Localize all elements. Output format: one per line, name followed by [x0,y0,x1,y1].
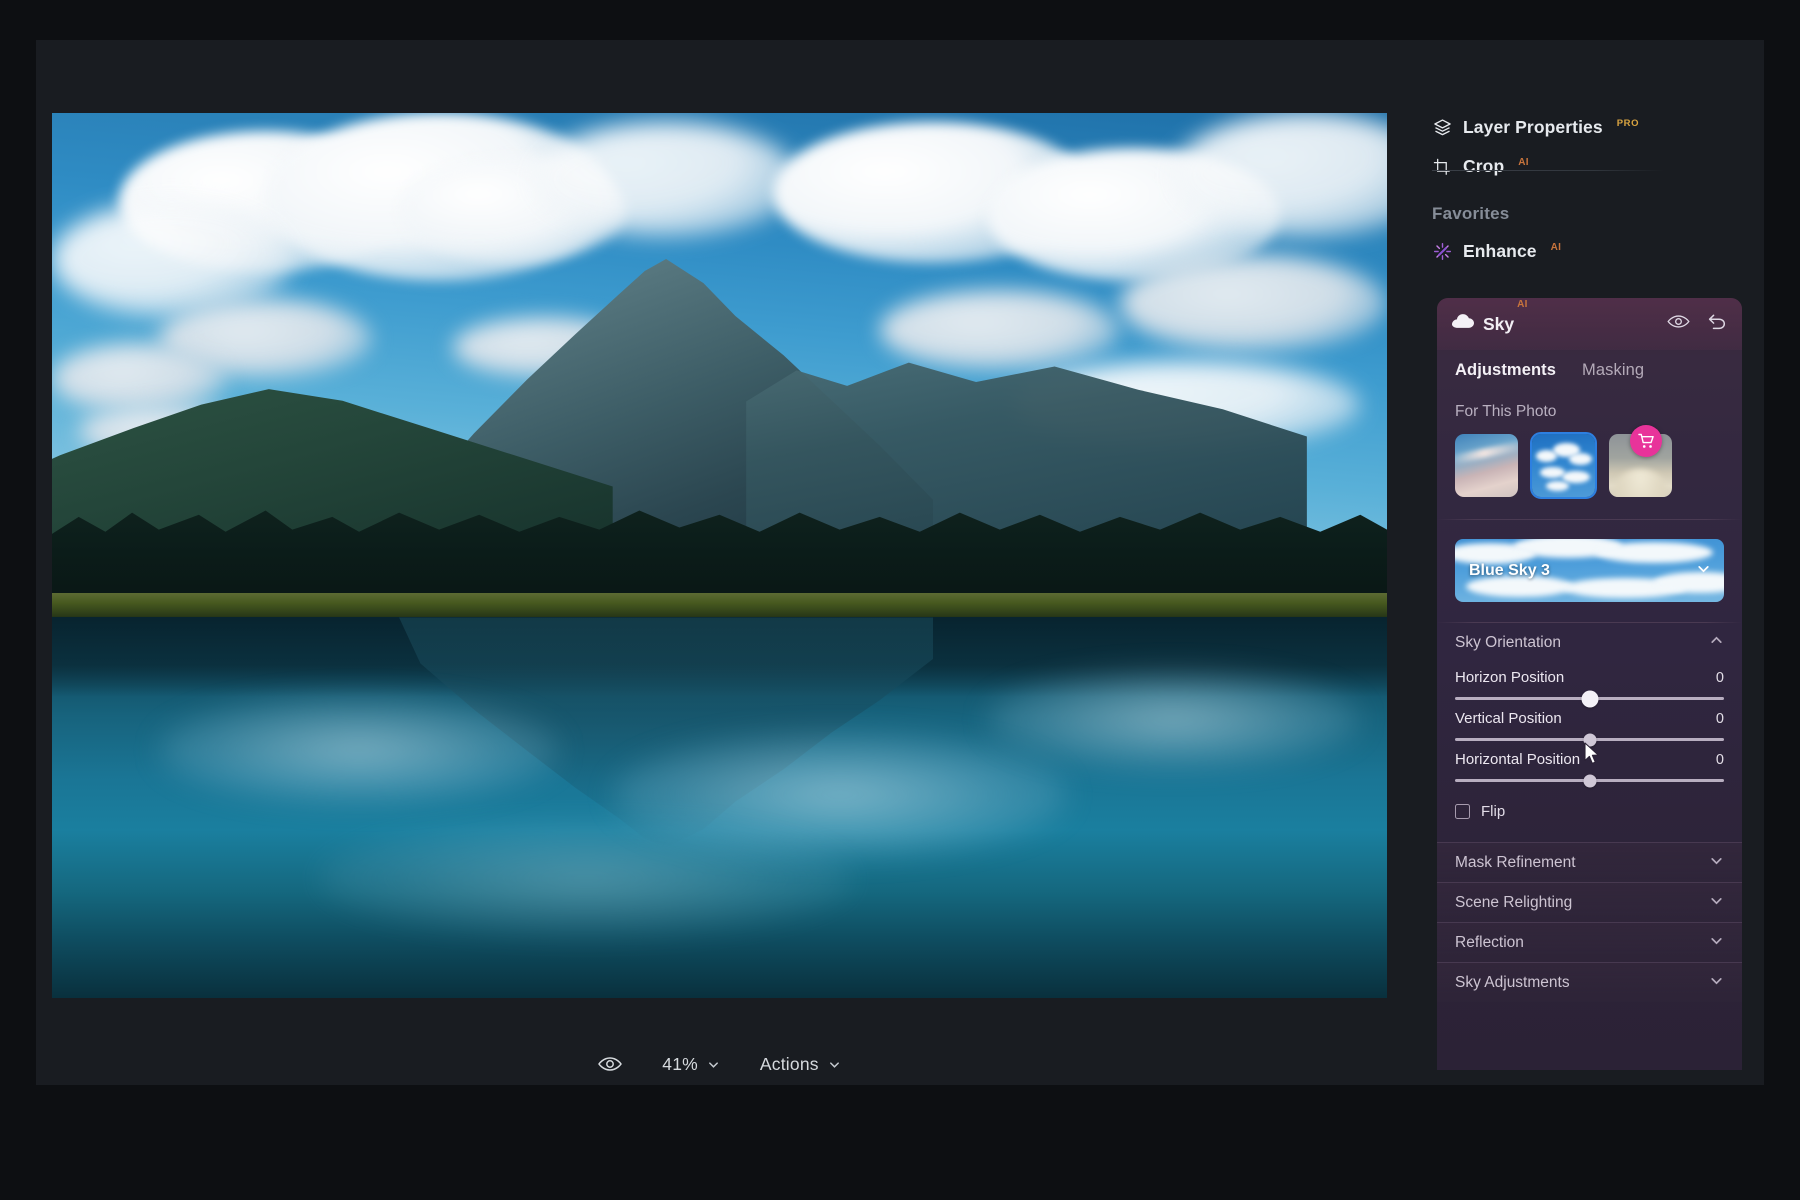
preview-toggle-button[interactable] [598,1056,623,1072]
flip-checkbox-row[interactable]: Flip [1437,782,1742,820]
window-frame-top [0,0,1800,40]
section-reflection[interactable]: Reflection [1437,922,1742,962]
app-window: 41% Actions Layer Properties PRO Crop AI… [0,0,1800,1200]
sky-visibility-toggle[interactable] [1667,314,1690,334]
window-frame-left [0,0,36,1200]
chevron-down-icon [1709,973,1724,993]
sky-thumbnail-row [1437,421,1742,499]
slider-track[interactable] [1455,690,1724,707]
favorites-section-label: Favorites [1432,204,1510,223]
cloud-icon [1452,314,1474,334]
sky-panel-header: Sky AI [1437,298,1742,350]
sidebar-divider [1432,170,1664,171]
slider-track[interactable] [1455,733,1724,746]
slider-handle[interactable] [1581,690,1598,707]
sky-panel-tabs: Adjustments Masking [1437,350,1742,380]
sky-tool-panel: Sky AI Adjustments Masking For This Phot… [1437,298,1742,1070]
slider-label: Horizon Position [1455,669,1565,686]
chevron-down-icon [707,1058,720,1071]
section-title: Mask Refinement [1455,853,1576,871]
slider-handle[interactable] [1583,733,1596,746]
eye-icon [598,1056,623,1072]
tab-adjustments[interactable]: Adjustments [1455,361,1556,380]
panel-separator [1437,519,1742,520]
ai-badge: AI [1518,157,1529,168]
slider-horizontal-position[interactable]: Horizontal Position 0 [1437,741,1742,787]
wispy-sunset-sky-thumbnail[interactable] [1455,434,1518,497]
for-this-photo-label: For This Photo [1455,403,1557,420]
sky-preset-selector[interactable]: Blue Sky 3 [1455,539,1724,602]
zoom-level-selector[interactable]: 41% [662,1054,720,1075]
slider-handle[interactable] [1583,774,1596,787]
sidebar-item-crop[interactable]: Crop AI [1432,147,1724,186]
tab-masking[interactable]: Masking [1582,361,1644,380]
crop-icon [1432,157,1452,177]
bottom-toolbar: 41% Actions [52,1036,1387,1092]
slider-value: 0 [1715,711,1724,727]
chevron-down-icon [1709,853,1724,873]
slider-value: 0 [1715,670,1724,686]
slider-value: 0 [1715,752,1724,768]
blue-cloudy-sky-thumbnail[interactable] [1530,432,1597,499]
chevron-down-icon [1696,561,1711,581]
sidebar-item-enhance[interactable]: Enhance AI [1432,232,1724,271]
sky-panel-title: Sky [1483,313,1515,334]
window-frame-right [1764,0,1800,1200]
window-frame-bottom [0,1085,1800,1200]
actions-label: Actions [759,1053,819,1074]
shopping-cart-icon[interactable] [1630,425,1662,457]
sparkle-icon [1432,242,1452,262]
section-title: Sky Adjustments [1455,973,1570,991]
section-sky-adjustments[interactable]: Sky Adjustments [1437,962,1742,1002]
section-title: Scene Relighting [1455,893,1573,911]
slider-track[interactable] [1455,774,1724,787]
tools-sidebar: Layer Properties PRO Crop AI Favorites E… [1432,108,1724,271]
flip-checkbox[interactable] [1455,804,1470,819]
ai-badge: AI [1550,242,1562,253]
undo-icon [1707,313,1727,335]
section-mask-refinement[interactable]: Mask Refinement [1437,842,1742,882]
pro-badge: PRO [1616,118,1640,129]
sidebar-item-label: Layer Properties [1463,117,1603,137]
eye-icon [1667,314,1690,334]
section-scene-relighting[interactable]: Scene Relighting [1437,882,1742,922]
slider-label: Horizontal Position [1455,751,1581,768]
flip-label: Flip [1481,803,1506,820]
slider-label: Vertical Position [1455,710,1562,727]
sidebar-item-label: Crop [1463,156,1505,176]
section-sky-orientation[interactable]: Sky Orientation [1437,623,1742,663]
slider-horizon-position[interactable]: Horizon Position 0 [1437,663,1742,707]
sky-reset-button[interactable] [1707,313,1727,335]
section-title: Reflection [1455,933,1524,951]
mountain-lake-photo [52,113,1387,998]
layers-icon [1432,118,1452,138]
section-title: Sky Orientation [1455,634,1561,651]
ai-badge: AI [1517,299,1528,310]
sky-preset-name: Blue Sky 3 [1469,561,1550,579]
chevron-down-icon [1709,933,1724,953]
actions-menu-button[interactable]: Actions [760,1054,841,1075]
sidebar-item-label: Enhance [1463,241,1537,261]
zoom-level-label: 41% [662,1053,698,1074]
sidebar-item-layer-properties[interactable]: Layer Properties PRO [1432,108,1724,147]
chevron-up-icon [1709,633,1724,653]
chevron-down-icon [1709,893,1724,913]
photo-canvas[interactable] [52,113,1387,998]
chevron-down-icon [828,1058,841,1071]
